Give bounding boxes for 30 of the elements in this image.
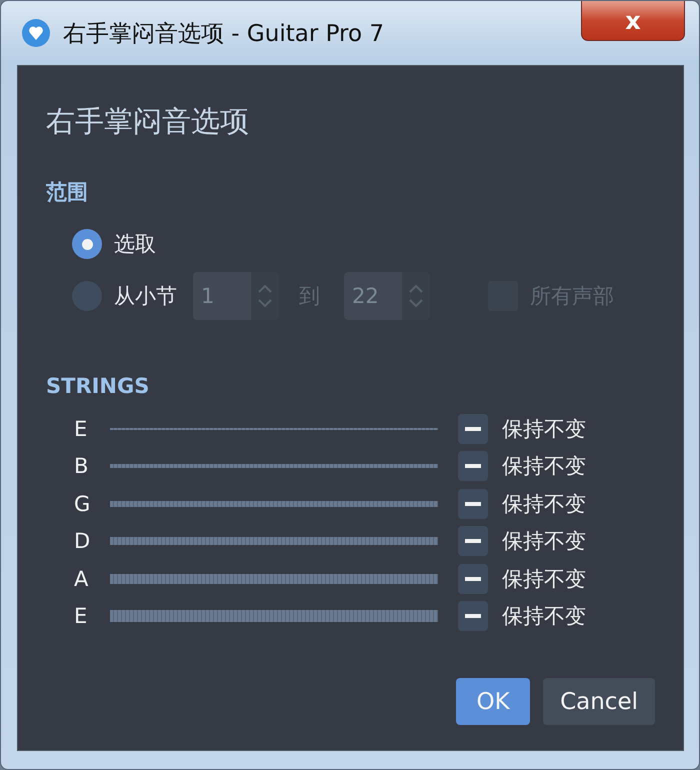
minus-button[interactable] [458, 414, 488, 444]
string-name: A [74, 566, 90, 591]
minus-button[interactable] [458, 488, 488, 519]
string-name: G [74, 492, 92, 516]
minus-button[interactable] [458, 451, 488, 482]
string-action: 保持不变 [502, 566, 586, 593]
string-action: 保持不变 [502, 416, 586, 443]
cancel-button[interactable]: Cancel [543, 678, 655, 725]
close-button[interactable]: x [581, 1, 685, 41]
string-name: E [74, 604, 88, 628]
minus-button[interactable] [458, 601, 488, 632]
string-name: E [74, 416, 88, 441]
dialog-title: 右手掌闷音选项 [46, 103, 250, 140]
radio-button[interactable] [72, 281, 102, 311]
section-title: 范围 [46, 179, 89, 206]
radio-label[interactable]: 从小节 [114, 282, 177, 310]
app-icon [21, 18, 51, 48]
string-action: 保持不变 [502, 603, 586, 630]
window-title: 右手掌闷音选项 - Guitar Pro 7 [63, 20, 386, 48]
string-action: 保持不变 [502, 528, 586, 556]
string-action: 保持不变 [502, 453, 586, 480]
radio-label[interactable]: 选取 [114, 230, 156, 258]
string-action: 保持不变 [502, 490, 586, 518]
minus-button[interactable] [458, 526, 488, 556]
ok-button[interactable]: OK [456, 678, 530, 725]
radio-button[interactable] [72, 229, 102, 259]
string-name: B [74, 454, 90, 478]
section-title: STRINGS [46, 374, 150, 398]
string-name: D [74, 529, 92, 554]
minus-button[interactable] [458, 564, 488, 594]
